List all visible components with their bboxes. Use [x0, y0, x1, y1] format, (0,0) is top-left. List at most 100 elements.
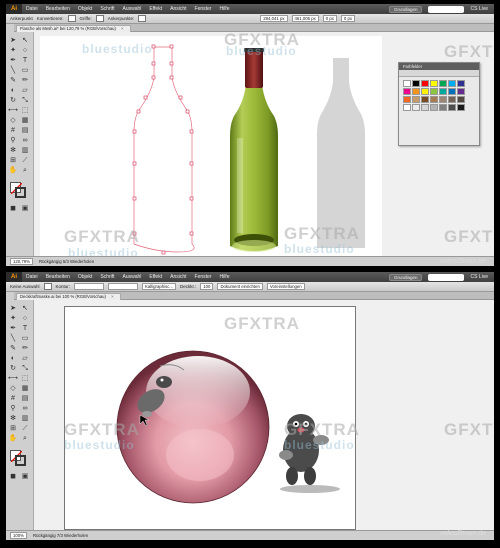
- color-swatch[interactable]: [421, 88, 429, 95]
- scale-tool-icon[interactable]: ⤡: [20, 364, 30, 373]
- menu-type[interactable]: Schrift: [100, 274, 114, 280]
- perspective-grid-icon[interactable]: ▦: [20, 116, 30, 125]
- zoom-field[interactable]: 120,79%: [10, 258, 33, 265]
- blob-brush-icon[interactable]: ◐: [8, 86, 18, 95]
- color-swatch[interactable]: [439, 80, 447, 87]
- stroke-color-icon[interactable]: [15, 455, 26, 466]
- color-swatch[interactable]: [403, 88, 411, 95]
- x-field[interactable]: 284,041 px: [260, 15, 288, 22]
- menu-view[interactable]: Ansicht: [170, 274, 186, 280]
- perspective-grid-icon[interactable]: ▦: [20, 384, 30, 393]
- tab-document[interactable]: Deckkraftmaske.ai bei 100 % (RGB/Vorscha…: [16, 293, 121, 300]
- mesh-tool-icon[interactable]: #: [8, 126, 18, 135]
- draw-mode-icon[interactable]: ◼: [8, 472, 18, 481]
- symbol-sprayer-icon[interactable]: ✻: [8, 414, 18, 423]
- color-swatch[interactable]: [412, 104, 420, 111]
- cs-live-button[interactable]: CS Live: [470, 6, 488, 12]
- blend-tool-icon[interactable]: ∞: [20, 136, 30, 145]
- selection-tool-icon[interactable]: ➤: [8, 304, 18, 313]
- w-field[interactable]: 0 px: [322, 15, 337, 22]
- free-transform-icon[interactable]: ⬚: [20, 374, 30, 383]
- y-field[interactable]: 461,005 px: [291, 15, 319, 22]
- stroke-color-icon[interactable]: [15, 187, 26, 198]
- blend-tool-icon[interactable]: ∞: [20, 404, 30, 413]
- line-tool-icon[interactable]: ╲: [8, 334, 18, 343]
- fill-swatch[interactable]: [43, 283, 52, 290]
- color-swatch[interactable]: [421, 96, 429, 103]
- color-swatch[interactable]: [457, 80, 465, 87]
- search-input[interactable]: [428, 273, 465, 281]
- menu-effect[interactable]: Effekt: [149, 6, 162, 12]
- pencil-tool-icon[interactable]: ✏: [20, 344, 30, 353]
- pen-tool-icon[interactable]: ✒: [8, 56, 18, 65]
- graph-tool-icon[interactable]: ▥: [20, 146, 30, 155]
- menu-help[interactable]: Hilfe: [219, 6, 229, 12]
- anchor-button[interactable]: [138, 15, 147, 22]
- lasso-icon[interactable]: ○: [20, 46, 30, 55]
- shape-builder-icon[interactable]: ◇: [8, 384, 18, 393]
- variable-width-field[interactable]: [108, 283, 139, 290]
- menu-object[interactable]: Objekt: [78, 274, 92, 280]
- color-swatch[interactable]: [448, 96, 456, 103]
- color-swatch[interactable]: [403, 80, 411, 87]
- menu-edit[interactable]: Bearbeiten: [46, 6, 70, 12]
- menu-help[interactable]: Hilfe: [219, 274, 229, 280]
- document-setup-button[interactable]: Dokument einrichten: [217, 283, 263, 290]
- rotate-tool-icon[interactable]: ↻: [8, 96, 18, 105]
- eraser-tool-icon[interactable]: ▱: [20, 86, 30, 95]
- screen-mode-icon[interactable]: ▣: [20, 204, 30, 213]
- menu-type[interactable]: Schrift: [100, 6, 114, 12]
- draw-mode-icon[interactable]: ◼: [8, 204, 18, 213]
- color-swatch[interactable]: [412, 96, 420, 103]
- color-swatch[interactable]: [430, 80, 438, 87]
- swatches-panel-tab[interactable]: [399, 70, 479, 77]
- menu-file[interactable]: Datei: [26, 274, 38, 280]
- slice-tool-icon[interactable]: ⟋: [20, 156, 30, 165]
- zoom-field[interactable]: 100%: [10, 532, 27, 539]
- artboard-tool-icon[interactable]: ⊞: [8, 424, 18, 433]
- eraser-tool-icon[interactable]: ▱: [20, 354, 30, 363]
- color-swatch[interactable]: [421, 104, 429, 111]
- brush-tool-icon[interactable]: ✎: [8, 76, 18, 85]
- magic-wand-icon[interactable]: ✦: [8, 46, 18, 55]
- color-swatch[interactable]: [448, 104, 456, 111]
- eyedropper-icon[interactable]: ⚲: [8, 404, 18, 413]
- brush-field[interactable]: Kalligraphisc...: [142, 283, 176, 290]
- menu-file[interactable]: Datei: [26, 6, 38, 12]
- tab-document[interactable]: Flasche als Mesh.ai* bei 120,79 % (RGB/V…: [16, 25, 131, 32]
- menu-select[interactable]: Auswahl: [123, 274, 142, 280]
- color-swatch[interactable]: [448, 88, 456, 95]
- preferences-button[interactable]: Voreinstellungen: [266, 283, 305, 290]
- gradient-tool-icon[interactable]: ▤: [20, 394, 30, 403]
- menu-window[interactable]: Fenster: [195, 274, 212, 280]
- scale-tool-icon[interactable]: ⤡: [20, 96, 30, 105]
- magic-wand-icon[interactable]: ✦: [8, 314, 18, 323]
- color-swatch[interactable]: [412, 88, 420, 95]
- color-swatch[interactable]: [412, 80, 420, 87]
- menu-window[interactable]: Fenster: [195, 6, 212, 12]
- menu-view[interactable]: Ansicht: [170, 6, 186, 12]
- free-transform-icon[interactable]: ⬚: [20, 106, 30, 115]
- brush-tool-icon[interactable]: ✎: [8, 344, 18, 353]
- hand-tool-icon[interactable]: ✋: [8, 434, 18, 443]
- close-icon[interactable]: ×: [111, 294, 113, 299]
- cs-live-button[interactable]: CS Live: [470, 274, 488, 280]
- pen-tool-icon[interactable]: ✒: [8, 324, 18, 333]
- canvas-area[interactable]: GFXTRA bluestudio GFXTRA bluestudio GFXT…: [34, 300, 494, 530]
- lasso-icon[interactable]: ○: [20, 314, 30, 323]
- color-swatch[interactable]: [403, 96, 411, 103]
- artboard-tool-icon[interactable]: ⊞: [8, 156, 18, 165]
- direct-selection-tool-icon[interactable]: ↖: [20, 36, 30, 45]
- menu-select[interactable]: Auswahl: [123, 6, 142, 12]
- screen-mode-icon[interactable]: ▣: [20, 472, 30, 481]
- gradient-tool-icon[interactable]: ▤: [20, 126, 30, 135]
- mesh-tool-icon[interactable]: #: [8, 394, 18, 403]
- line-tool-icon[interactable]: ╲: [8, 66, 18, 75]
- h-field[interactable]: 0 px: [340, 15, 356, 22]
- color-swatch[interactable]: [403, 104, 411, 111]
- menu-edit[interactable]: Bearbeiten: [46, 274, 70, 280]
- color-swatch[interactable]: [430, 96, 438, 103]
- convert-corner-button[interactable]: [67, 15, 76, 22]
- green-wine-bottle[interactable]: [230, 48, 278, 252]
- shape-builder-icon[interactable]: ◇: [8, 116, 18, 125]
